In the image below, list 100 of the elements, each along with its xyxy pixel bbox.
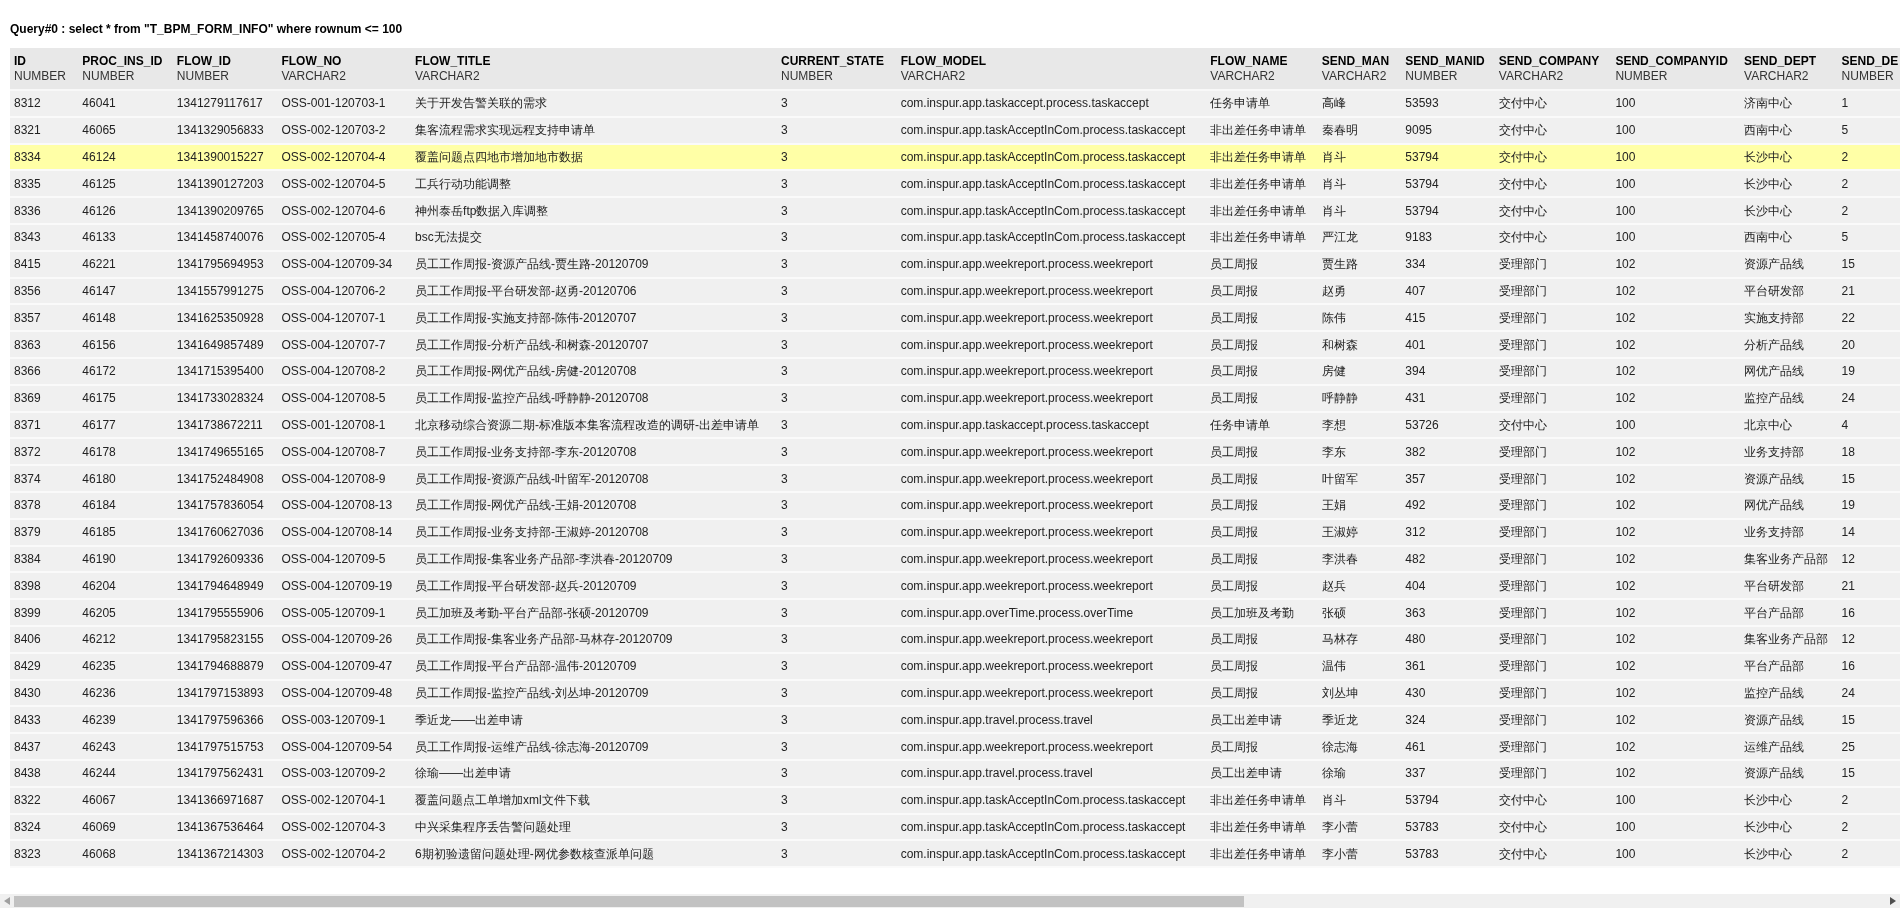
table-cell: 46175 <box>82 391 116 406</box>
table-row[interactable]: 8430 46236 1341797153893 OSS-004-120709-48 员工工作周报-监控产品线-刘丛坤-20120709 3 com.inspur.app.weekreport.process.weekreport 员工周报 刘丛坤 430 受理部门 102 监控产品线 24 <box>10 679 1900 707</box>
table-cell: 102 <box>1615 310 1636 325</box>
table-row[interactable]: 8324 46069 1341367536464 OSS-002-120704-3 中兴采集程序丢告警问题处理 3 com.inspur.app.taskAcceptInCom.process.taskaccept 非出差任务申请单 李小蕾 53783 交付中心 100 长沙中心 2 <box>10 813 1900 841</box>
table-cell: 100 <box>1615 96 1636 111</box>
horizontal-scrollbar[interactable] <box>0 894 1900 908</box>
table-cell: 8335 <box>14 176 41 191</box>
table-row[interactable]: 8438 46244 1341797562431 OSS-003-120709-2 徐瑜——出差申请 3 com.inspur.app.travel.process.travel 员工出差申请 徐瑜 337 受理部门 102 资源产品线 15 <box>10 759 1900 787</box>
table-row[interactable]: 8372 46178 1341749655165 OSS-004-120708-7 员工工作周报-业务支持部-李东-20120708 3 com.inspur.app.weekreport.process.weekreport 员工周报 李东 382 受理部门 102 业务支持部 18 <box>10 438 1900 466</box>
table-cell: 关于开发告警关联的需求 <box>415 96 548 111</box>
table-cell: 长沙中心 <box>1744 819 1793 834</box>
table-cell: 20 <box>1841 337 1855 352</box>
table-cell: 102 <box>1615 551 1636 566</box>
table-row[interactable]: 8356 46147 1341557991275 OSS-004-120706-2 员工工作周报-平台研发部-赵勇-20120706 3 com.inspur.app.weekreport.process.weekreport 员工周报 赵勇 407 受理部门 102 平台研发部 21 <box>10 277 1900 305</box>
table-cell: 1341390209765 <box>176 203 264 218</box>
table-cell: 53794 <box>1405 793 1439 808</box>
table-cell: 员工周报 <box>1210 337 1259 352</box>
table-cell: 46069 <box>82 819 116 834</box>
table-cell: OSS-004-120708-2 <box>281 364 386 379</box>
table-row[interactable]: 8374 46180 1341752484908 OSS-004-120708-9 员工工作周报-资源产品线-叶留军-20120708 3 com.inspur.app.weekreport.process.weekreport 员工周报 叶留军 357 受理部门 102 资源产品线 15 <box>10 465 1900 492</box>
table-row[interactable]: 8379 46185 1341760627036 OSS-004-120708-14 员工工作周报-业务支持部-王淑婷-20120708 3 com.inspur.app.weekreport.process.weekreport 员工周报 王淑婷 312 受理部门 102 业务支持部 14 <box>10 518 1900 546</box>
table-row[interactable]: 8321 46065 1341329056833 OSS-002-120703-2 集客流程需求实现远程支持申请单 3 com.inspur.app.taskAcceptInCom.process.taskaccept 非出差任务申请单 秦春明 9095 交付中心 100 西南中心 5 <box>10 116 1900 144</box>
table-cell: 1341794688879 <box>176 659 264 674</box>
table-cell: 100 <box>1615 819 1636 834</box>
column-name: FLOW_TITLE <box>415 53 491 69</box>
table-row[interactable]: 8433 46239 1341797596366 OSS-003-120709-1 季近龙——出差申请 3 com.inspur.app.travel.process.travel 员工出差申请 季近龙 324 受理部门 102 资源产品线 15 <box>10 706 1900 734</box>
table-cell: 赵勇 <box>1321 283 1346 298</box>
column-name: SEND_COMPANYID <box>1615 53 1728 69</box>
table-cell: 1341795823155 <box>176 632 264 647</box>
table-row[interactable]: 8369 46175 1341733028324 OSS-004-120708-5 员工工作周报-监控产品线-呼静静-20120708 3 com.inspur.app.weekreport.process.weekreport 员工周报 呼静静 431 受理部门 102 监控产品线 24 <box>10 384 1900 412</box>
table-cell: 401 <box>1405 337 1426 352</box>
table-cell: 员工工作周报-业务支持部-王淑婷-20120708 <box>415 525 649 540</box>
column-name: FLOW_MODEL <box>900 53 986 69</box>
table-cell: 461 <box>1405 739 1426 754</box>
table-row[interactable]: 8384 46190 1341792609336 OSS-004-120709-5 员工工作周报-集客业务产品部-李洪春-20120709 3 com.inspur.app.weekreport.process.weekreport 员工周报 李洪春 482 受理部门 102 集客业务产品部 12 <box>10 545 1900 573</box>
table-row[interactable]: 8399 46205 1341795555906 OSS-005-120709-1 员工加班及考勤-平台产品部-张硕-20120709 3 com.inspur.app.overTime.process.overTime 员工加班及考勤 张硕 363 受理部门 102 平台产品部 16 <box>10 599 1900 626</box>
table-row[interactable]: 8335 46125 1341390127203 OSS-002-120704-5 工兵行动功能调整 3 com.inspur.app.taskAcceptInCom.process.taskaccept 非出差任务申请单 肖斗 53794 交付中心 100 长沙中心 2 <box>10 170 1900 198</box>
table-cell: 415 <box>1405 310 1426 325</box>
table-cell: 25 <box>1841 739 1855 754</box>
scrollbar-thumb[interactable] <box>14 895 1244 907</box>
table-cell: 16 <box>1841 659 1855 674</box>
table-cell: 非出差任务申请单 <box>1210 819 1307 834</box>
table-cell: com.inspur.app.taskAcceptInCom.process.taskaccept <box>900 203 1186 218</box>
table-cell: 1341797596366 <box>176 712 264 727</box>
table-cell: 9095 <box>1405 123 1432 138</box>
table-cell: 53794 <box>1405 150 1439 164</box>
table-row[interactable]: 8312 46041 1341279117617 OSS-001-120703-1 关于开发告警关联的需求 3 com.inspur.app.taskaccept.process.taskaccept 任务申请单 高峰 53593 交付中心 100 济南中心 1 <box>10 90 1900 117</box>
table-row[interactable]: 8398 46204 1341794648949 OSS-004-120709-19 员工工作周报-平台研发部-赵兵-20120709 3 com.inspur.app.weekreport.process.weekreport 员工周报 赵兵 404 受理部门 102 平台研发部 21 <box>10 572 1900 600</box>
table-cell: 430 <box>1405 685 1426 700</box>
table-cell: 19 <box>1841 364 1855 379</box>
column-type: NUMBER <box>1841 68 1894 84</box>
table-cell: 1341795555906 <box>176 605 264 620</box>
table-cell: 肖斗 <box>1321 203 1346 218</box>
table-cell: com.inspur.app.weekreport.process.weekreport <box>900 283 1153 298</box>
table-cell: 受理部门 <box>1498 257 1547 272</box>
table-row[interactable]: 8323 46068 1341367214303 OSS-002-120704-2 6期初验遗留问题处理-网优参数核查派单问题 3 com.inspur.app.taskAcceptInCom.process.taskaccept 非出差任务申请单 李小蕾 53783 交付中心 100 长沙中心 2 <box>10 840 1900 868</box>
table-cell: 员工周报 <box>1210 471 1259 486</box>
table-cell: com.inspur.app.weekreport.process.weekreport <box>900 685 1153 700</box>
table-row[interactable]: 8322 46067 1341366971687 OSS-002-120704-1 覆盖问题点工单增加xml文件下载 3 com.inspur.app.taskAcceptInCom.process.taskaccept 非出差任务申请单 肖斗 53794 交付中心 100 长沙中心 2 <box>10 786 1900 814</box>
table-row[interactable]: 8363 46156 1341649857489 OSS-004-120707-7 员工工作周报-分析产品线-和树森-20120707 3 com.inspur.app.weekreport.process.weekreport 员工周报 和树森 401 受理部门 102 分析产品线 20 <box>10 331 1900 358</box>
table-cell: 交付中心 <box>1498 793 1547 808</box>
table-cell: 1341794648949 <box>176 578 264 593</box>
table-cell: 9183 <box>1405 230 1432 245</box>
table-cell: 1341557991275 <box>176 283 264 298</box>
table-cell: 交付中心 <box>1498 846 1547 861</box>
table-row[interactable]: 8429 46235 1341794688879 OSS-004-120709-47 员工工作周报-平台产品部-温伟-20120709 3 com.inspur.app.weekreport.process.weekreport 员工周报 温伟 361 受理部门 102 平台产品部 16 <box>10 652 1900 680</box>
table-cell: 46177 <box>82 417 116 432</box>
table-row[interactable]: 8336 46126 1341390209765 OSS-002-120704-6 神州泰岳ftp数据入库调整 3 com.inspur.app.taskAcceptInCom.process.taskaccept 非出差任务申请单 肖斗 53794 交付中心 100 长沙中心 2 <box>10 197 1900 224</box>
table-row[interactable]: 8406 46212 1341795823155 OSS-004-120709-26 员工工作周报-集客业务产品部-马林存-20120709 3 com.inspur.app.weekreport.process.weekreport 员工周报 马林存 480 受理部门 102 集客业务产品部 12 <box>10 625 1900 653</box>
table-cell: 员工周报 <box>1210 659 1259 674</box>
table-row[interactable]: 8366 46172 1341715395400 OSS-004-120708-2 员工工作周报-网优产品线-房健-20120708 3 com.inspur.app.weekreport.process.weekreport 员工周报 房健 394 受理部门 102 网优产品线 19 <box>10 357 1900 385</box>
table-row[interactable]: 8415 46221 1341795694953 OSS-004-120709-34 员工工作周报-资源产品线-贾生路-20120709 3 com.inspur.app.weekreport.process.weekreport 员工周报 贾生路 334 受理部门 102 资源产品线 15 <box>10 250 1900 278</box>
table-cell: 1341797153893 <box>176 685 264 700</box>
table-cell: OSS-002-120704-4 <box>281 150 386 164</box>
table-cell: 员工周报 <box>1210 525 1259 540</box>
table-row[interactable]: 8437 46243 1341797515753 OSS-004-120709-54 员工工作周报-运维产品线-徐志海-20120709 3 com.inspur.app.weekreport.process.weekreport 员工周报 徐志海 461 受理部门 102 运维产品线 25 <box>10 733 1900 760</box>
table-cell: 1341733028324 <box>176 391 264 406</box>
table-cell: 交付中心 <box>1498 176 1547 191</box>
table-row[interactable]: 8378 46184 1341757836054 OSS-004-120708-13 员工工作周报-网优产品线-王娟-20120708 3 com.inspur.app.weekreport.process.weekreport 员工周报 王娟 492 受理部门 102 网优产品线 19 <box>10 491 1900 519</box>
table-cell: 任务申请单 <box>1210 417 1271 432</box>
table-cell: 马林存 <box>1321 632 1358 647</box>
table-cell: 1341367536464 <box>176 819 264 834</box>
table-row[interactable]: 8357 46148 1341625350928 OSS-004-120707-1 员工工作周报-实施支持部-陈伟-20120707 3 com.inspur.app.weekreport.process.weekreport 员工周报 陈伟 415 受理部门 102 实施支持部 22 <box>10 304 1900 332</box>
table-cell: OSS-004-120709-48 <box>281 685 393 700</box>
table-cell: 8429 <box>14 659 41 674</box>
table-cell: 肖斗 <box>1321 150 1346 164</box>
table-row[interactable]: 8371 46177 1341738672211 OSS-001-120708-1 北京移动综合资源二期-标准版本集客流程改造的调研-出差申请单 3 com.inspur.app.taskaccept.process.taskaccept 任务申请单 李想 53726 交付中心 100 北京中心 4 <box>10 411 1900 439</box>
column-type: VARCHAR2 <box>1498 68 1564 84</box>
table-cell: 334 <box>1405 257 1426 272</box>
table-cell: 高峰 <box>1321 96 1346 111</box>
table-cell: 实施支持部 <box>1744 310 1805 325</box>
query-text: Query#0 : select * from "T_BPM_FORM_INFO" where rownum <= 100 <box>10 22 403 36</box>
table-cell: bsc无法提交 <box>415 230 482 245</box>
table-row[interactable]: 8343 46133 1341458740076 OSS-002-120705-4 bsc无法提交 3 com.inspur.app.taskAcceptInCom.process.taskaccept 非出差任务申请单 严江龙 9183 交付中心 100 西南中心 5 <box>10 224 1900 251</box>
table-cell: 1341390127203 <box>176 176 264 191</box>
table-cell: com.inspur.app.weekreport.process.weekreport <box>900 257 1153 272</box>
table-cell: 8321 <box>14 123 41 138</box>
table-cell: 交付中心 <box>1498 230 1547 245</box>
table-row[interactable]: 8334 46124 1341390015227 OSS-002-120704-4 覆盖问题点四地市增加地市数据 3 com.inspur.app.taskAcceptInCom.process.taskaccept 非出差任务申请单 肖斗 53794 交付中心 100 长沙中心 2 <box>10 143 1900 171</box>
table-cell: 46041 <box>82 96 116 111</box>
